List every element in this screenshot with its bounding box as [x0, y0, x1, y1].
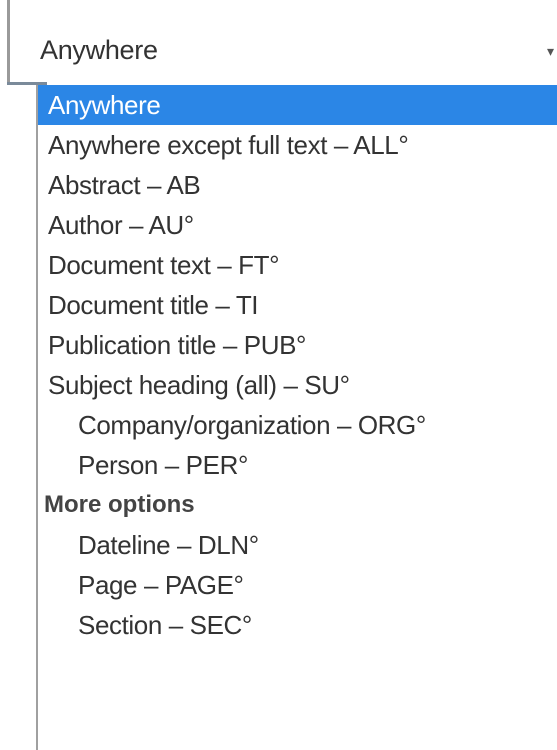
- options-listbox: Anywhere Anywhere except full text – ALL…: [36, 85, 557, 750]
- option-label: Anywhere: [48, 90, 161, 120]
- option-document-text[interactable]: Document text – FT°: [38, 245, 557, 285]
- chevron-down-icon[interactable]: ▾: [547, 44, 554, 58]
- field-select[interactable]: Anywhere ▾: [0, 0, 557, 86]
- option-label: Publication title – PUB°: [48, 330, 307, 360]
- option-section[interactable]: Section – SEC°: [38, 605, 557, 645]
- option-label: Document title – TI: [48, 290, 259, 320]
- option-dateline[interactable]: Dateline – DLN°: [38, 525, 557, 565]
- select-current-value: Anywhere: [40, 35, 158, 65]
- option-label: Abstract – AB: [48, 170, 201, 200]
- option-publication-title[interactable]: Publication title – PUB°: [38, 325, 557, 365]
- optgroup-label: More options: [44, 491, 195, 518]
- option-label: Person – PER°: [78, 450, 248, 480]
- option-label: Page – PAGE°: [78, 570, 244, 600]
- option-label: Dateline – DLN°: [78, 530, 259, 560]
- option-anywhere[interactable]: Anywhere: [38, 85, 557, 125]
- option-company-organization[interactable]: Company/organization – ORG°: [38, 405, 557, 445]
- option-page[interactable]: Page – PAGE°: [38, 565, 557, 605]
- option-abstract[interactable]: Abstract – AB: [38, 165, 557, 205]
- option-label: Section – SEC°: [78, 610, 252, 640]
- select-border: [7, 0, 10, 84]
- option-label: Subject heading (all) – SU°: [48, 370, 350, 400]
- search-field-dropdown: Anywhere ▾ Anywhere Anywhere except full…: [0, 0, 557, 750]
- option-label: Company/organization – ORG°: [78, 410, 426, 440]
- option-label: Author – AU°: [48, 210, 194, 240]
- option-subject-heading[interactable]: Subject heading (all) – SU°: [38, 365, 557, 405]
- option-anywhere-except-full-text[interactable]: Anywhere except full text – ALL°: [38, 125, 557, 165]
- option-label: Anywhere except full text – ALL°: [48, 130, 409, 160]
- option-document-title[interactable]: Document title – TI: [38, 285, 557, 325]
- option-author[interactable]: Author – AU°: [38, 205, 557, 245]
- option-person[interactable]: Person – PER°: [38, 445, 557, 485]
- option-label: Document text – FT°: [48, 250, 280, 280]
